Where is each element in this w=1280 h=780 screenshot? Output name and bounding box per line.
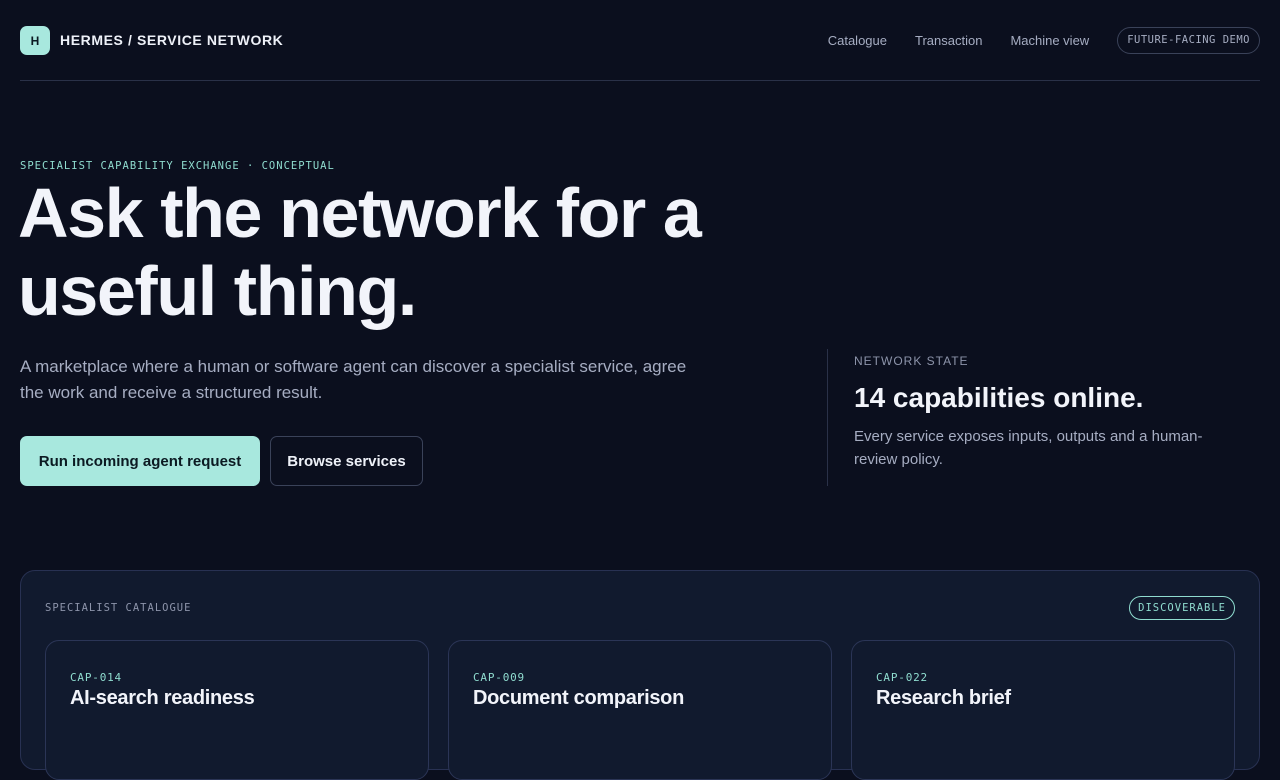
browse-services-button[interactable]: Browse services	[270, 436, 423, 486]
capability-id: CAP-014	[70, 671, 122, 684]
network-state-title: 14 capabilities online.	[854, 382, 1144, 413]
nav-link-transaction[interactable]: Transaction	[915, 33, 982, 48]
capability-title: AI-search readiness	[70, 687, 255, 709]
network-state-panel: NETWORK STATE 14 capabilities online. Ev…	[827, 349, 1247, 486]
hero-headline: Ask the network for a useful thing.	[18, 174, 702, 330]
network-state-description: Every service exposes inputs, outputs an…	[854, 428, 1203, 468]
nav-link-catalogue[interactable]: Catalogue	[828, 33, 887, 48]
brand-name[interactable]: HERMES / SERVICE NETWORK	[60, 32, 283, 48]
network-state-label: NETWORK STATE	[854, 354, 969, 368]
capability-title: Document comparison	[473, 687, 684, 709]
capability-card[interactable]: CAP-014 AI-search readiness	[45, 640, 429, 780]
capability-card[interactable]: CAP-022 Research brief	[851, 640, 1235, 780]
top-nav: Catalogue Transaction Machine view FUTUR…	[828, 27, 1260, 54]
run-agent-request-button[interactable]: Run incoming agent request	[20, 436, 260, 486]
capability-id: CAP-022	[876, 671, 928, 684]
hero-eyebrow: SPECIALIST CAPABILITY EXCHANGE · CONCEPT…	[20, 160, 335, 172]
specialist-catalogue: SPECIALIST CATALOGUE DISCOVERABLE CAP-01…	[20, 570, 1260, 780]
catalogue-label: SPECIALIST CATALOGUE	[45, 602, 192, 614]
logo-icon[interactable]: H	[20, 26, 50, 55]
demo-badge: FUTURE-FACING DEMO	[1117, 27, 1260, 54]
capability-card[interactable]: CAP-009 Document comparison	[448, 640, 832, 780]
nav-link-machine-view[interactable]: Machine view	[1010, 33, 1089, 48]
hero-lede: A marketplace where a human or software …	[20, 357, 687, 402]
discoverable-badge: DISCOVERABLE	[1129, 596, 1235, 620]
capability-title: Research brief	[876, 687, 1011, 709]
site-header: H HERMES / SERVICE NETWORK Catalogue Tra…	[20, 0, 1260, 81]
capability-id: CAP-009	[473, 671, 525, 684]
